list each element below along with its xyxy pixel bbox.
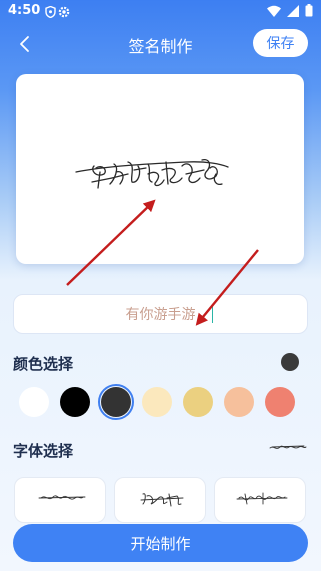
color-swatch-peach[interactable] bbox=[224, 387, 254, 417]
color-swatch-gold[interactable] bbox=[183, 387, 213, 417]
current-font-preview bbox=[268, 439, 308, 459]
font-section-title: 字体选择 bbox=[13, 442, 74, 460]
save-button[interactable]: 保存 bbox=[253, 29, 308, 57]
battery-icon bbox=[305, 2, 313, 21]
color-swatch-coral[interactable] bbox=[265, 387, 295, 417]
color-swatch-black[interactable] bbox=[60, 387, 90, 417]
app-header: 签名制作 保存 bbox=[0, 24, 321, 64]
font-option-3[interactable] bbox=[214, 477, 306, 523]
settings-icon bbox=[57, 5, 70, 18]
signal-icon bbox=[287, 2, 299, 21]
status-time: 4:50 bbox=[8, 3, 41, 18]
signature-preview bbox=[16, 74, 304, 264]
name-input[interactable] bbox=[14, 295, 307, 333]
text-caret bbox=[212, 306, 213, 323]
color-swatch-white[interactable] bbox=[19, 387, 49, 417]
color-section-title: 颜色选择 bbox=[13, 355, 74, 373]
color-swatch-dark-gray[interactable] bbox=[98, 384, 134, 420]
font-option-2[interactable] bbox=[114, 477, 206, 523]
start-button[interactable]: 开始制作 bbox=[13, 524, 308, 562]
signature-drawing bbox=[75, 159, 229, 189]
color-swatch-cream[interactable] bbox=[142, 387, 172, 417]
font-option-1[interactable] bbox=[14, 477, 106, 523]
status-bar: 4:50 bbox=[0, 0, 321, 24]
current-color-indicator bbox=[281, 353, 299, 371]
wifi-icon bbox=[267, 2, 281, 21]
shield-icon bbox=[44, 5, 57, 18]
name-input-container bbox=[13, 294, 308, 334]
